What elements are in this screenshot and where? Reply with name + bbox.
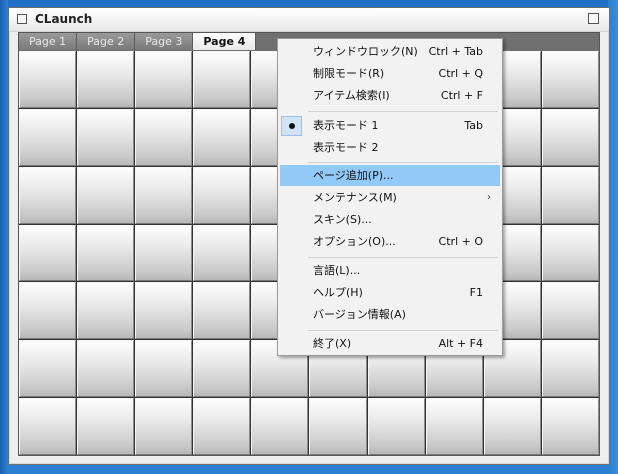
launcher-slot-button[interactable] bbox=[19, 282, 77, 340]
launcher-slot-button[interactable] bbox=[19, 398, 77, 455]
launcher-slot-button[interactable] bbox=[77, 108, 135, 166]
menu-item-label: アイテム検索(I) bbox=[313, 89, 390, 102]
launcher-slot-button[interactable] bbox=[135, 282, 193, 340]
menu-item-label: 言語(L)... bbox=[313, 264, 361, 277]
launcher-slot-button[interactable] bbox=[541, 398, 599, 455]
menu-item-label: バージョン情報(A) bbox=[313, 308, 406, 321]
launcher-slot-button[interactable] bbox=[19, 224, 77, 282]
menu-item-shortcut: Ctrl + Tab bbox=[428, 45, 483, 58]
menu-item-skin[interactable]: スキン(S)... bbox=[280, 209, 500, 230]
menu-item-label: 制限モード(R) bbox=[313, 67, 385, 80]
menu-item-window-lock[interactable]: ウィンドウロック(N) Ctrl + Tab bbox=[280, 41, 500, 62]
menu-item-label: ヘルプ(H) bbox=[313, 286, 363, 299]
launcher-slot-button[interactable] bbox=[193, 108, 251, 166]
launcher-slot-button[interactable] bbox=[19, 51, 77, 108]
menu-item-version-info[interactable]: バージョン情報(A) bbox=[280, 304, 500, 325]
menu-item-shortcut: Alt + F4 bbox=[438, 337, 483, 350]
launcher-slot-button[interactable] bbox=[425, 398, 483, 455]
menu-separator bbox=[308, 111, 498, 112]
title-bar[interactable]: CLaunch bbox=[9, 8, 609, 32]
launcher-slot-button[interactable] bbox=[135, 51, 193, 108]
menu-item-label: メンテナンス(M) bbox=[313, 191, 397, 204]
tab-page-2[interactable]: Page 2 bbox=[77, 33, 136, 50]
menu-item-label: ページ追加(P)... bbox=[313, 169, 394, 182]
menu-item-options[interactable]: オプション(O)... Ctrl + O bbox=[280, 231, 500, 252]
menu-item-label: ウィンドウロック(N) bbox=[313, 45, 418, 58]
launcher-slot-button[interactable] bbox=[541, 224, 599, 282]
launcher-slot-button[interactable] bbox=[483, 398, 541, 455]
menu-item-item-search[interactable]: アイテム検索(I) Ctrl + F bbox=[280, 85, 500, 106]
launcher-slot-button[interactable] bbox=[193, 398, 251, 455]
menu-item-language[interactable]: 言語(L)... bbox=[280, 260, 500, 281]
launcher-slot-button[interactable] bbox=[135, 224, 193, 282]
launcher-slot-button[interactable] bbox=[541, 51, 599, 108]
menu-item-shortcut: Ctrl + F bbox=[440, 89, 483, 102]
launcher-slot-button[interactable] bbox=[77, 224, 135, 282]
menu-item-display-mode-1[interactable]: 表示モード 1 Tab bbox=[280, 115, 500, 136]
menu-item-label: スキン(S)... bbox=[313, 213, 372, 226]
menu-item-add-page[interactable]: ページ追加(P)... bbox=[280, 165, 500, 186]
launcher-slot-button[interactable] bbox=[135, 108, 193, 166]
launcher-slot-button[interactable] bbox=[77, 340, 135, 398]
menu-item-label: 表示モード 1 bbox=[313, 119, 379, 132]
menu-item-restricted-mode[interactable]: 制限モード(R) Ctrl + Q bbox=[280, 63, 500, 84]
context-menu: ウィンドウロック(N) Ctrl + Tab 制限モード(R) Ctrl + Q… bbox=[277, 38, 503, 356]
menu-item-shortcut: F1 bbox=[469, 286, 483, 299]
launcher-slot-button[interactable] bbox=[541, 340, 599, 398]
tab-page-1[interactable]: Page 1 bbox=[19, 33, 78, 50]
launcher-slot-button[interactable] bbox=[19, 340, 77, 398]
menu-item-shortcut: Tab bbox=[464, 119, 483, 132]
launcher-slot-button[interactable] bbox=[193, 282, 251, 340]
menu-item-exit[interactable]: 終了(X) Alt + F4 bbox=[280, 333, 500, 354]
desktop-background-left bbox=[0, 0, 8, 474]
launcher-slot-button[interactable] bbox=[135, 398, 193, 455]
menu-item-display-mode-2[interactable]: 表示モード 2 bbox=[280, 137, 500, 158]
submenu-arrow-icon: › bbox=[487, 192, 491, 203]
menu-separator bbox=[308, 162, 498, 163]
radio-bullet-icon bbox=[289, 123, 295, 129]
launcher-slot-button[interactable] bbox=[309, 398, 367, 455]
launcher-slot-button[interactable] bbox=[251, 398, 309, 455]
tab-page-3[interactable]: Page 3 bbox=[135, 33, 194, 50]
launcher-slot-button[interactable] bbox=[77, 282, 135, 340]
menu-item-shortcut: Ctrl + O bbox=[438, 235, 483, 248]
menu-separator bbox=[308, 257, 498, 258]
launcher-slot-button[interactable] bbox=[193, 224, 251, 282]
app-icon[interactable] bbox=[17, 14, 27, 24]
launcher-slot-button[interactable] bbox=[77, 166, 135, 224]
menu-item-label: 終了(X) bbox=[313, 337, 352, 350]
launcher-slot-button[interactable] bbox=[19, 108, 77, 166]
launcher-slot-button[interactable] bbox=[193, 51, 251, 108]
tab-page-4[interactable]: Page 4 bbox=[193, 33, 257, 50]
launcher-slot-button[interactable] bbox=[193, 166, 251, 224]
maximize-button[interactable] bbox=[588, 13, 599, 24]
launcher-slot-button[interactable] bbox=[135, 166, 193, 224]
menu-item-label: 表示モード 2 bbox=[313, 141, 379, 154]
launcher-slot-button[interactable] bbox=[77, 398, 135, 455]
menu-item-maintenance[interactable]: メンテナンス(M) › bbox=[280, 187, 500, 208]
check-indicator bbox=[281, 116, 302, 136]
menu-item-shortcut: Ctrl + Q bbox=[438, 67, 483, 80]
launcher-slot-button[interactable] bbox=[541, 282, 599, 340]
launcher-slot-button[interactable] bbox=[541, 166, 599, 224]
menu-separator bbox=[308, 330, 498, 331]
window-title: CLaunch bbox=[35, 12, 93, 26]
launcher-slot-button[interactable] bbox=[135, 340, 193, 398]
launcher-slot-button[interactable] bbox=[367, 398, 425, 455]
menu-item-label: オプション(O)... bbox=[313, 235, 396, 248]
launcher-slot-button[interactable] bbox=[541, 108, 599, 166]
launcher-slot-button[interactable] bbox=[77, 51, 135, 108]
launcher-slot-button[interactable] bbox=[19, 166, 77, 224]
menu-item-help[interactable]: ヘルプ(H) F1 bbox=[280, 282, 500, 303]
launcher-slot-button[interactable] bbox=[193, 340, 251, 398]
